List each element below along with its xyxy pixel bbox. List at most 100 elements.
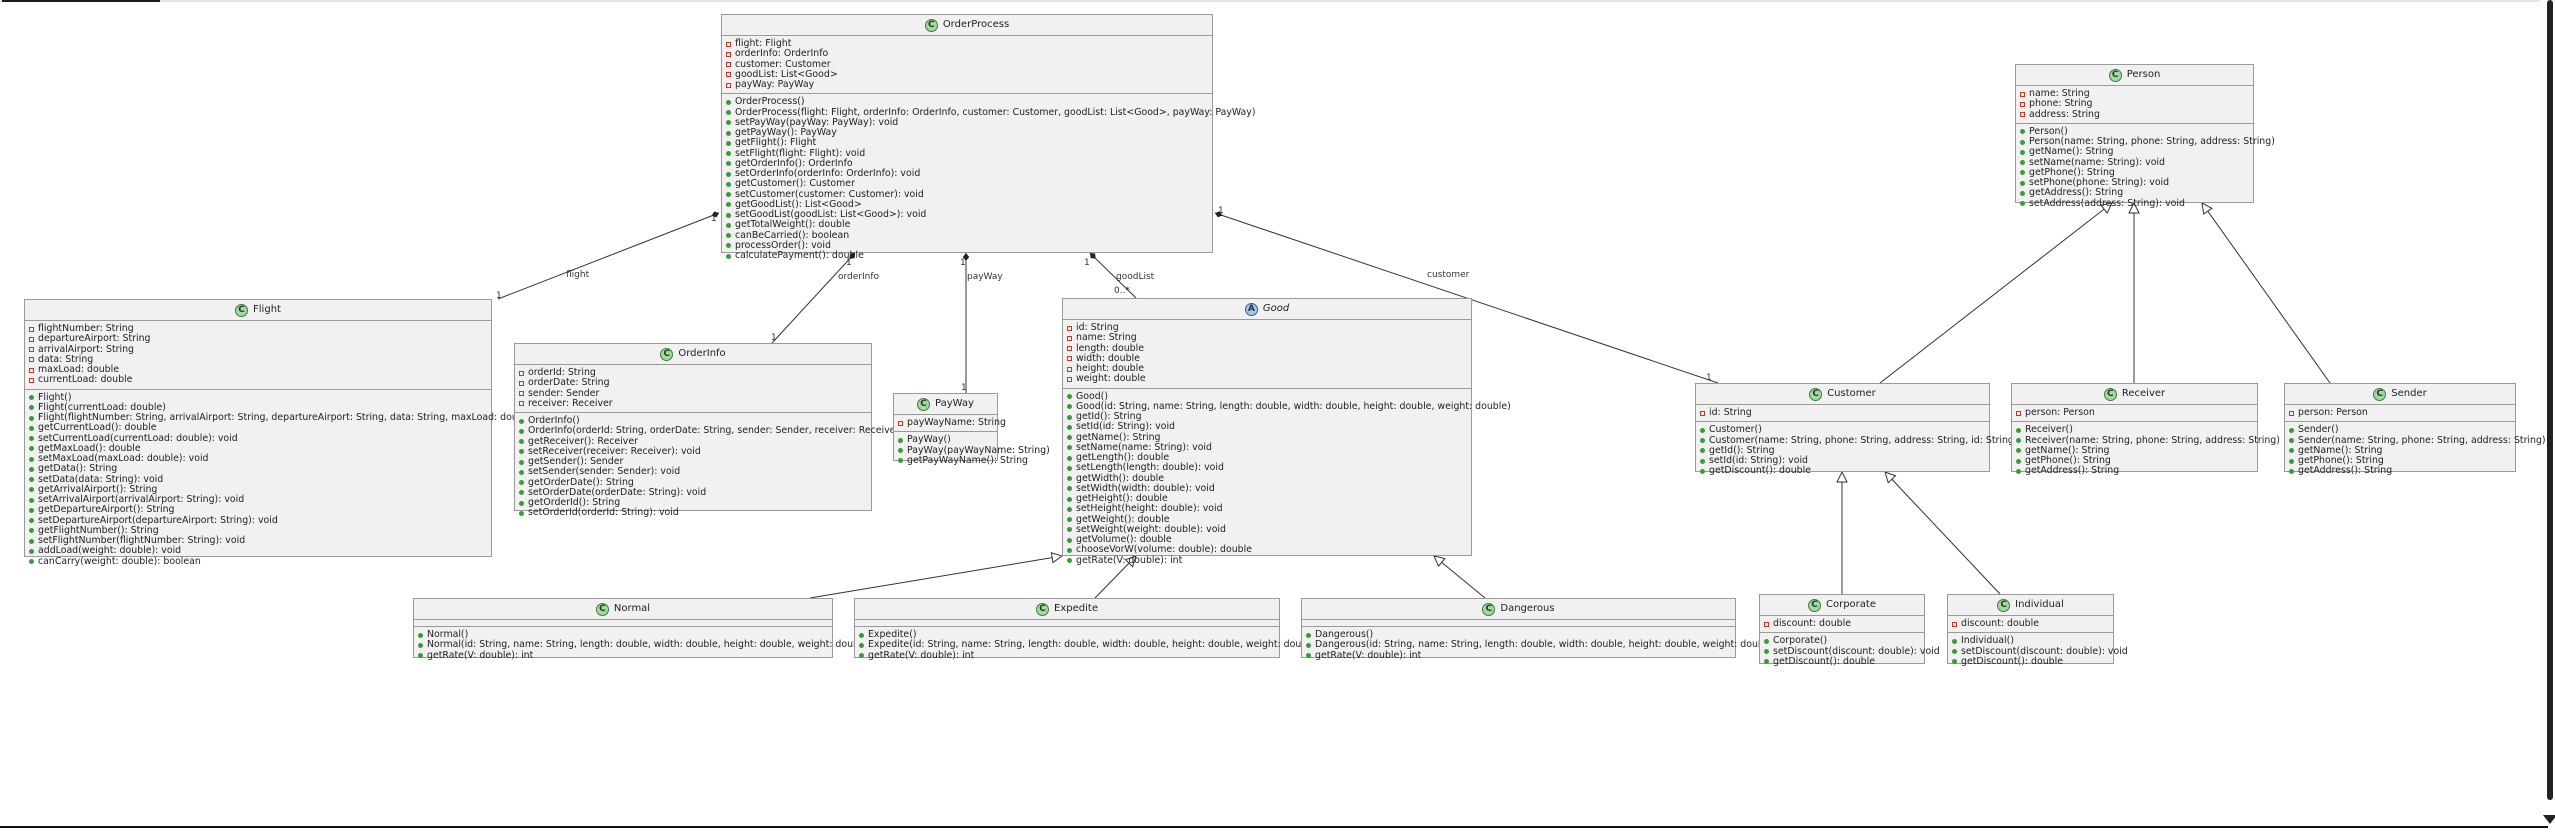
method-text: getData(): String [38,463,118,475]
method-row: setAddress(address: String): void [2020,197,2249,209]
public-visibility-icon [726,171,731,177]
fields-section: id: String name: String length: double widt… [1063,320,1471,388]
class-badge-icon: C [1036,602,1050,616]
multiplicity-label: 1 [846,258,852,268]
class-badge-icon: C [917,397,931,411]
public-visibility-icon [2020,180,2025,186]
method-text: setId(id: String): void [1076,421,1176,433]
public-visibility-icon [29,518,34,524]
method-row: Individual() [1952,635,2109,646]
class-header: C PayWay [894,394,997,415]
method-row: Normal(id: String, name: String, length:… [418,639,871,650]
method-row: getTotalWeight(): double [726,219,1208,231]
class-receiver[interactable]: C Receiver person: Person Receiver() Receive… [2011,383,2280,476]
class-good[interactable]: A Good id: String name: String length: doubl… [1062,298,1511,565]
class-badge-icon: C [924,18,938,32]
method-row: setLength(length: double): void [1067,462,1467,473]
public-visibility-icon [29,436,34,442]
public-visibility-icon [1067,496,1072,502]
class-name: Good [1262,302,1290,314]
methods-section: Person() Person(name: String, phone: Stri… [2016,122,2275,212]
class-sender[interactable]: C Sender person: Person Sender() Sender(name… [2284,383,2546,476]
field-row: id: String [1700,407,1985,418]
public-visibility-icon [726,181,731,187]
public-visibility-icon [2289,438,2294,444]
class-header: C Flight [25,300,491,321]
method-text: getDiscount(): double [1961,655,2063,667]
class-expedite[interactable]: C Expedite Expedite() Expedite(id: String, … [854,598,1319,660]
field-row: person: Person [2289,407,2511,418]
method-text: Customer() [1709,424,1762,436]
method-row: calculatePayment(): double [726,250,1208,261]
vertical-scrollbar[interactable] [2547,0,2553,800]
method-text: setOrderId(orderId: String): void [528,507,679,519]
private-visibility-icon [519,401,524,407]
field-row: payWay: PayWay [726,79,1208,90]
public-visibility-icon [519,418,524,424]
public-visibility-icon [726,222,731,228]
class-dangerous[interactable]: C Dangerous Dangerous() Dangerous(id: Strin… [1301,598,1776,660]
public-visibility-icon [726,192,731,198]
class-customer[interactable]: C Customer id: String Customer() Customer(na… [1695,383,2018,476]
method-text: Dangerous(id: String, name: String, leng… [1315,639,1776,651]
public-visibility-icon [519,428,524,434]
method-row: setHeight(height: double): void [1067,503,1467,514]
multiplicity-label: 0..* [1114,286,1130,296]
fields-section: orderId: String orderDate: String sender: … [515,365,871,412]
public-visibility-icon [1067,435,1072,441]
public-visibility-icon [29,507,34,513]
class-individual[interactable]: C Individual discount: double Individual() s… [1947,594,2128,667]
class-flight[interactable]: C Flight flightNumber: String departureAirp… [24,299,536,566]
public-visibility-icon [418,632,423,638]
public-visibility-icon [1067,527,1072,533]
method-text: Receiver() [2025,424,2073,436]
method-row: getFlight(): Flight [726,137,1208,148]
method-text: getDepartureAirport(): String [38,504,175,516]
public-visibility-icon [726,130,731,136]
method-row: setSender(sender: Sender): void [519,466,867,477]
private-visibility-icon [2020,101,2025,107]
method-row: OrderProcess() [726,96,1208,107]
methods-section: Receiver() Receiver(name: String, phone: … [2012,421,2280,479]
method-text: getTotalWeight(): double [735,219,851,231]
public-visibility-icon [2289,458,2294,464]
class-normal[interactable]: C Normal Normal() Normal(id: String, name: … [413,598,871,660]
field-row: arrivalAirport: String [29,344,487,355]
public-visibility-icon [2016,438,2021,444]
public-visibility-icon [726,212,731,218]
public-visibility-icon [519,510,524,516]
class-corporate[interactable]: C Corporate discount: double Corporate() set… [1759,594,1940,667]
class-name: OrderProcess [942,18,1010,30]
method-text: addLoad(weight: double): void [38,545,182,557]
public-visibility-icon [2020,139,2025,145]
public-visibility-icon [519,469,524,475]
method-row: setId(id: String): void [1067,421,1467,433]
public-visibility-icon [1952,638,1957,644]
field-text: person: Person [2298,407,2368,418]
class-orderinfo[interactable]: C OrderInfo orderId: String orderDate: Stri… [514,343,903,518]
private-visibility-icon [519,370,524,376]
method-text: setAddress(address: String): void [2029,197,2185,209]
field-text: discount: double [1773,618,1851,629]
class-name: OrderInfo [678,347,726,359]
methods-section: Individual() setDiscount(discount: double… [1948,632,2128,670]
class-payway[interactable]: C PayWay payWayName: String PayWay() PayWay(… [893,393,1050,466]
scroll-down-arrow-icon[interactable] [2543,815,2555,824]
method-row: getCustomer(): Customer [726,178,1208,189]
methods-section: OrderInfo() OrderInfo(orderId: String, or… [515,412,903,522]
class-orderprocess[interactable]: C OrderProcess flight: Flight orderInfo: Or… [721,14,1256,261]
field-text: weight: double [1076,373,1146,385]
methods-section: Dangerous() Dangerous(id: String, name: S… [1302,626,1776,664]
public-visibility-icon [1700,448,1705,454]
generalization-line-individual [1891,478,2001,595]
public-visibility-icon [1067,394,1072,400]
public-visibility-icon [29,477,34,483]
class-header: C Sender [2285,384,2515,405]
public-visibility-icon [726,140,731,146]
method-row: Dangerous(id: String, name: String, leng… [1306,639,1776,650]
field-row: payWayName: String [898,417,1006,428]
class-badge-icon: C [1809,387,1823,401]
class-person[interactable]: C Person name: String phone: String address:… [2015,64,2275,208]
public-visibility-icon [1067,558,1072,564]
method-row: getDiscount(): double [1764,656,1920,667]
